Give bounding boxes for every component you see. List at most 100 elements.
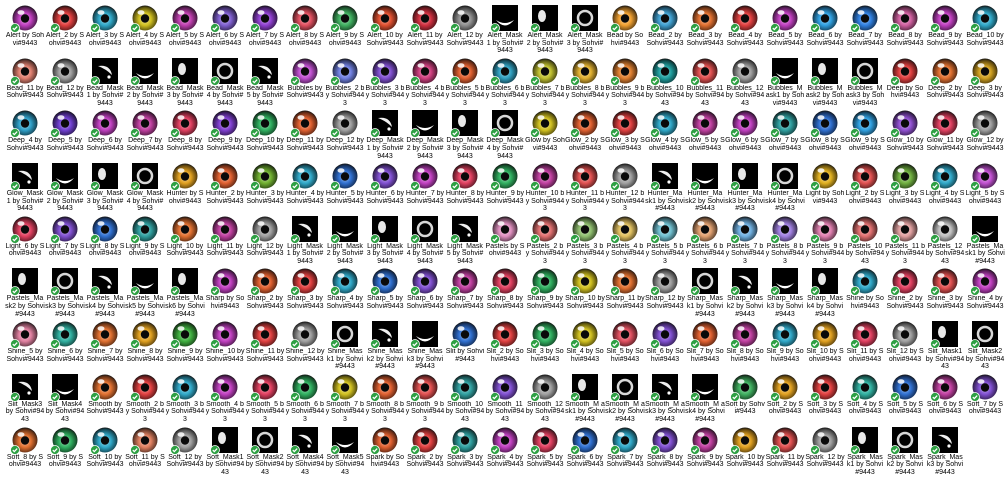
file-item[interactable]: Glow_5 by Sohvi#9443 [685,105,725,158]
file-item[interactable]: Light_Mask 4 by Sohvi#9443 [405,211,445,263]
file-item[interactable]: Bubbles_4 by Sohvi#9443 [405,53,445,105]
file-item[interactable]: Hunter_10 by Sohvi#9443 [525,158,565,211]
file-item[interactable]: Pastels_3 by Sohvi#9443 [565,211,605,263]
file-item[interactable]: Soft_10 by Sohvi#9443 [85,422,125,475]
file-item[interactable]: Bead_Mask 2 by Sohvi#9443 [125,53,165,105]
file-item[interactable]: Bubbles_M ask2 by Sohvi#9443 [805,53,845,105]
file-item[interactable]: Alert_Mask 1 by Sohvi#9443 [485,0,525,53]
file-item[interactable]: Shine_10 by Sohvi#9443 [205,316,245,369]
file-item[interactable]: Soft_8 by Sohvi#9443 [5,422,45,475]
file-item[interactable]: Spark_Mas k2 by Sohvi#9443 [885,422,925,474]
file-item[interactable]: Bubbles_5 by Sohvi#9443 [445,53,485,105]
file-item[interactable]: Shine_9 by Sohvi#9443 [165,316,205,369]
file-item[interactable]: Smooth_4 by Sohvi#9443 [205,369,245,422]
file-item[interactable]: Light_5 by Sohvi#9443 [965,158,1005,211]
file-item[interactable]: Sharp by Sohvi#9443 [205,263,245,316]
file-item[interactable]: Smooth_M ask4 by Sohvi#9443 [685,369,725,422]
file-item[interactable]: Soft_Mask5 by Sohvi#9443 [325,422,365,474]
file-item[interactable]: Light_11 by Sohvi#9443 [205,211,245,264]
file-item[interactable]: Glow by Sohvi#9443 [525,105,565,158]
file-item[interactable]: Smooth_9 by Sohvi#9443 [405,369,445,422]
file-item[interactable]: Spark_Mas k1 by Sohvi#9443 [845,422,885,474]
file-item[interactable]: Glow_8 by Sohvi#9443 [805,105,845,158]
file-item[interactable]: Smooth_8 by Sohvi#9443 [365,369,405,422]
file-item[interactable]: Spark_5 by Sohvi#9443 [525,422,565,475]
file-item[interactable]: Slit_7 by Sohvi#9443 [685,316,725,369]
file-item[interactable]: Deep_4 by Sohvi#9443 [5,105,45,158]
file-item[interactable]: Smooth by Sohvi#9443 [85,369,125,422]
file-item[interactable]: Alert_6 by Sohvi#9443 [205,0,245,53]
file-item[interactable]: Hunter_9 by Sohvi#9443 [485,158,525,211]
file-item[interactable]: Pastels_Ma sk2 by Sohvi#9443 [5,263,45,316]
file-item[interactable]: Bead_Mask 3 by Sohvi#9443 [165,53,205,105]
file-item[interactable]: Soft_Mask2 by Sohvi#9443 [245,422,285,474]
file-item[interactable]: Shine_4 by Sohvi#9443 [965,263,1005,316]
file-item[interactable]: Spark_8 by Sohvi#9443 [645,422,685,475]
file-item[interactable]: Soft_Mask4 by Sohvi#9443 [285,422,325,474]
file-item[interactable]: Bead_12 by Sohvi#9443 [45,53,85,106]
file-item[interactable]: Deep_Mask 3 by Sohvi#9443 [445,105,485,158]
file-item[interactable]: Alert_10 by Sohvi#9443 [365,0,405,53]
file-item[interactable]: Shine_3 by Sohvi#9443 [925,263,965,316]
file-item[interactable]: Soft_9 by Sohvi#9443 [45,422,85,475]
file-item[interactable]: Slit_8 by Sohvi#9443 [725,316,765,369]
file-item[interactable]: Pastels_7 by Sohvi#9443 [725,211,765,263]
file-item[interactable]: Bead by Sohvi#9443 [605,0,645,53]
file-item[interactable]: Bubbles_7 by Sohvi#9443 [525,53,565,105]
file-item[interactable]: Slit_9 by Sohvi#9443 [765,316,805,369]
file-item[interactable]: Shine_5 by Sohvi#9443 [5,316,45,369]
file-item[interactable]: Shine_6 by Sohvi#9443 [45,316,85,369]
file-item[interactable]: Deep_12 by Sohvi#9443 [325,105,365,158]
file-item[interactable]: Sharp_5 by Sohvi#9443 [365,263,405,316]
file-item[interactable]: Slit_2 by Sohvi#9443 [485,316,525,369]
file-item[interactable]: Smooth_5 by Sohvi#9443 [245,369,285,422]
file-item[interactable]: Soft_Mask1 by Sohvi#9443 [205,422,245,474]
file-item[interactable]: Pastels_6 by Sohvi#9443 [685,211,725,263]
file-item[interactable]: Bubbles_2 by Sohvi#9443 [325,53,365,105]
file-item[interactable]: Pastels_Ma sk5 by Sohvi#9443 [125,263,165,316]
file-item[interactable]: Hunter by Sohvi#9443 [165,158,205,211]
file-item[interactable]: Shine_8 by Sohvi#9443 [125,316,165,369]
file-item[interactable]: Hunter_3 by Sohvi#9443 [245,158,285,211]
file-item[interactable]: Deep by Sohvi#9443 [885,53,925,106]
file-item[interactable]: Shine by Sohvi#9443 [845,263,885,316]
file-item[interactable]: Bubbles_M ask1 by Sohvi#9443 [765,53,805,105]
file-item[interactable]: Shine_11 by Sohvi#9443 [245,316,285,369]
file-item[interactable]: Pastels_4 by Sohvi#9443 [605,211,645,263]
file-item[interactable]: Glow_3 by Sohvi#9443 [605,105,645,158]
file-item[interactable]: Spark_4 by Sohvi#9443 [485,422,525,475]
file-item[interactable]: Sharp_Mas k1 by Sohvi#9443 [685,263,725,316]
file-item[interactable]: Slit_4 by Sohvi#9443 [565,316,605,369]
file-item[interactable]: Pastels_12 by Sohvi#9443 [925,211,965,263]
file-item[interactable]: Pastels_10 by Sohvi#9443 [845,211,885,263]
file-item[interactable]: Light_12 by Sohvi#9443 [245,211,285,264]
file-item[interactable]: Bead_Mask 4 by Sohvi#9443 [205,53,245,105]
file-item[interactable]: Bead_8 by Sohvi#9443 [885,0,925,53]
file-item[interactable]: Alert_5 by Sohvi#9443 [165,0,205,53]
file-item[interactable]: Alert_Mask 3 by Sohvi#9443 [565,0,605,53]
file-item[interactable]: Sharp_11 by Sohvi#9443 [605,263,645,316]
file-item[interactable]: Bead_10 by Sohvi#9443 [965,0,1005,53]
file-item[interactable]: Smooth_M ask1 by Sohvi#9443 [565,369,605,422]
file-item[interactable]: Shine_Mas k1 by Sohvi#9443 [325,316,365,369]
file-item[interactable]: Deep_5 by Sohvi#9443 [45,105,85,158]
file-item[interactable]: Bead_Mask 1 by Sohvi#9443 [85,53,125,105]
file-item[interactable]: Spark by Sohvi#9443 [365,422,405,475]
file-item[interactable]: Light_10 by Sohvi#9443 [165,211,205,264]
file-item[interactable]: Sharp_3 by Sohvi#9443 [285,263,325,316]
file-item[interactable]: Smooth_10 by Sohvi#9443 [445,369,485,422]
file-item[interactable]: Glow_12 by Sohvi#9443 [965,105,1005,158]
file-item[interactable]: Bubbles_11 by Sohvi#9443 [685,53,725,105]
file-item[interactable]: Glow_10 by Sohvi#9443 [885,105,925,158]
file-item[interactable]: Alert_4 by Sohvi#9443 [125,0,165,53]
file-item[interactable]: Bead_2 by Sohvi#9443 [645,0,685,53]
file-item[interactable]: Smooth_11 by Sohvi#9443 [485,369,525,422]
file-item[interactable]: Light_8 by Sohvi#9443 [85,211,125,264]
file-item[interactable]: Alert_2 by Sohvi#9443 [45,0,85,53]
file-item[interactable]: Bead_7 by Sohvi#9443 [845,0,885,53]
file-item[interactable]: Sharp_Mas k4 by Sohvi#9443 [805,263,845,316]
file-item[interactable]: Deep_7 by Sohvi#9443 [125,105,165,158]
file-item[interactable]: Deep_6 by Sohvi#9443 [85,105,125,158]
file-item[interactable]: Slit_10 by Sohvi#9443 [805,316,845,369]
file-item[interactable]: Glow_Mask 3 by Sohvi#9443 [85,158,125,211]
